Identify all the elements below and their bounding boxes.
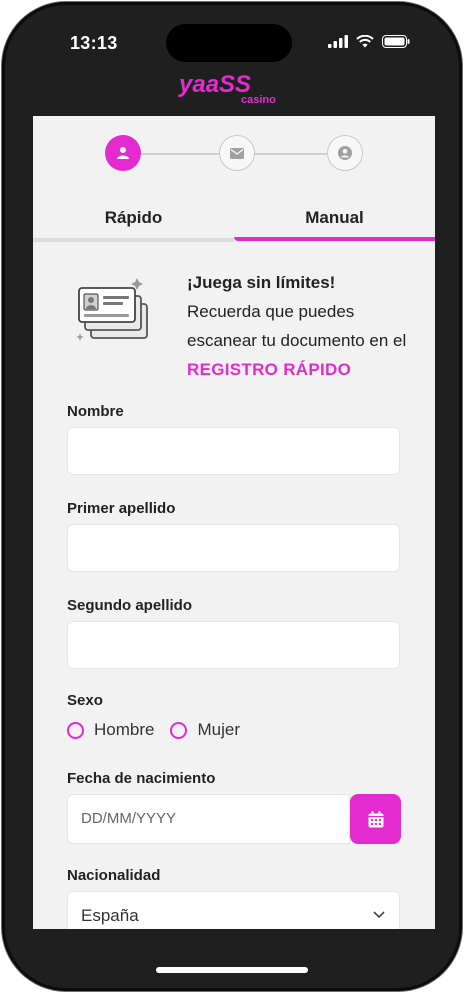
sexo-label: Sexo <box>67 692 103 709</box>
tab-rapido-label: Rápido <box>104 208 163 227</box>
radio-hombre[interactable] <box>67 721 84 739</box>
tab-rapido[interactable]: Rápido <box>33 194 234 242</box>
dynamic-island <box>166 24 292 62</box>
sexo-radio-group: Hombre Mujer <box>67 720 240 740</box>
banner-heading: ¡Juega sin límites! <box>187 273 336 292</box>
nacionalidad-value: España <box>81 906 139 925</box>
user-circle-icon <box>338 146 352 160</box>
step-1 <box>105 135 141 171</box>
nacionalidad-select[interactable]: España <box>67 891 400 929</box>
user-icon <box>117 147 129 159</box>
phone-frame: 13:13 yaaSS casino Rápido Manual ¡Juega … <box>2 2 462 991</box>
svg-text:casino: casino <box>241 94 276 106</box>
signal-icon <box>328 35 348 48</box>
step-2 <box>219 135 255 171</box>
radio-mujer[interactable] <box>170 721 188 739</box>
tab-rule-active <box>234 237 435 241</box>
tab-manual[interactable]: Manual <box>234 194 435 242</box>
yaass-casino-logo: yaaSS casino <box>178 72 276 106</box>
envelope-icon <box>230 147 244 159</box>
calendar-icon <box>368 810 383 827</box>
nacionalidad-label: Nacionalidad <box>67 867 161 884</box>
primer-apellido-input[interactable] <box>67 524 400 572</box>
primer-apellido-label: Primer apellido <box>67 500 176 517</box>
id-card-icon <box>76 278 148 341</box>
banner-text: ¡Juega sin límites! Recuerda que puedes … <box>187 268 427 384</box>
fecha-placeholder: DD/MM/YYYY <box>81 810 177 827</box>
chevron-down-icon <box>373 911 385 919</box>
nombre-label: Nombre <box>67 403 124 420</box>
registro-rapido-link[interactable]: REGISTRO RÁPIDO <box>187 355 427 384</box>
status-time: 13:13 <box>70 33 118 53</box>
step-3 <box>327 135 363 171</box>
tab-manual-label: Manual <box>305 208 364 227</box>
progress-steps <box>33 134 435 174</box>
banner-description: Recuerda que puedes escanear tu document… <box>187 302 407 350</box>
status-icons <box>328 35 410 48</box>
wifi-icon <box>356 35 374 48</box>
registration-screen: Rápido Manual ¡Juega sin límites! Recuer… <box>33 116 435 929</box>
fecha-nacimiento-input[interactable]: DD/MM/YYYY <box>67 794 350 844</box>
calendar-button[interactable] <box>350 794 401 844</box>
nombre-input[interactable] <box>67 427 400 475</box>
home-indicator[interactable] <box>156 967 308 973</box>
segundo-apellido-input[interactable] <box>67 621 400 669</box>
fecha-nacimiento-label: Fecha de nacimiento <box>67 770 216 787</box>
tab-rule-inactive <box>33 238 234 242</box>
radio-mujer-label[interactable]: Mujer <box>197 720 240 740</box>
segundo-apellido-label: Segundo apellido <box>67 597 193 614</box>
battery-icon <box>382 35 410 48</box>
radio-hombre-label[interactable]: Hombre <box>94 720 154 740</box>
